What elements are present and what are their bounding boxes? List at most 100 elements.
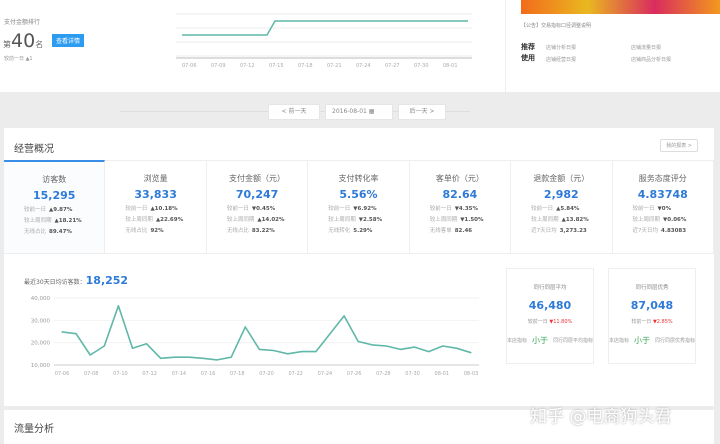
data-point <box>329 333 331 335</box>
peer-average-card: 同行同层平均 46,480 较前一日 ▼11.80% 本店指标 小于 同行同层平均指标 <box>506 268 594 364</box>
recommend-link[interactable]: 店铺经营日报 <box>546 56 576 63</box>
x-tick-label: 07-28 <box>376 371 391 377</box>
data-point <box>343 315 345 317</box>
peer-excellent-card: 同行同层优秀 87,048 较前一日 ▼2.85% 本店指标 小于 同行同层优秀指标 <box>608 268 696 364</box>
metric-label: 访客数 <box>42 175 67 184</box>
metric-value: 15,295 <box>32 189 76 202</box>
x-tick-label: 07-30 <box>414 63 429 69</box>
data-point <box>413 346 416 348</box>
recommend-link[interactable]: 店铺商品分析日报 <box>631 56 671 63</box>
notice-panel: 【公告】交易指标口径调整说明 推荐 使用 店铺分析日报 店铺流量日报 店铺经营日报… <box>505 0 720 92</box>
data-point <box>202 357 204 359</box>
recommend-link[interactable]: 店铺分析日报 <box>546 44 576 51</box>
data-point <box>399 348 402 350</box>
x-tick-label: 07-08 <box>84 371 99 377</box>
section-title: 流量分析 <box>14 424 54 435</box>
overview-panel: 经营概况 我的报表 > 访客数 15,295 较前一日 ▲9.87% 较上周同期 ▲… <box>4 128 714 406</box>
metric-extra: 近7天日均 3,273.23 <box>531 228 587 234</box>
series-line <box>61 305 472 361</box>
metric-extra: 无线占比 92% <box>125 228 164 234</box>
metric-day-change: 较前一日 ▼4.35% <box>429 206 479 212</box>
y-tick-label: 40,000 <box>31 296 51 302</box>
metric-extra: 近7天日均 4.83083 <box>632 228 687 234</box>
data-point <box>371 344 373 346</box>
metric-week-change: 较上周同期 ▼0.06% <box>632 217 687 223</box>
metric-card[interactable]: 访客数 15,295 较前一日 ▲9.87% 较上周同期 ▲18.21% 无线占比 8… <box>4 160 106 254</box>
metric-label: 支付金额（元） <box>229 174 286 183</box>
next-day-button[interactable]: 后一天 > <box>398 104 446 120</box>
y-tick-label: 30,000 <box>31 318 51 324</box>
data-point <box>272 349 275 352</box>
metric-value: 82.64 <box>442 188 478 201</box>
data-point <box>61 331 63 333</box>
data-point <box>470 352 472 354</box>
notice-text[interactable]: 【公告】交易指标口径调整说明 <box>521 22 591 29</box>
x-tick-label: 07-30 <box>405 371 420 377</box>
metric-value: 33,833 <box>134 188 177 201</box>
metric-card[interactable]: 客单价（元） 82.64 较前一日 ▼4.35% 较上周同期 ▼1.50% 无线客单… <box>409 161 512 254</box>
x-tick-label: 07-06 <box>55 371 70 377</box>
rank-change: 较前一日 ▲1 <box>4 56 33 62</box>
y-tick-label: 20,000 <box>31 341 51 347</box>
data-point <box>357 340 359 343</box>
rank-title: 支付金额排行 <box>4 19 41 26</box>
x-tick-label: 08-03 <box>464 371 479 377</box>
x-tick-label: 07-15 <box>269 63 284 69</box>
metric-label: 服务态度评分 <box>638 174 687 183</box>
metric-card[interactable]: 退款金额（元） 2,982 较前一日 ▲5.84% 较上周同期 ▲13.82% 近7… <box>511 161 613 254</box>
top-panel: 支付金额排行 第40名 查看详情 较前一日 ▲1 07-06 07-09 07-12… <box>0 0 720 92</box>
metrics-row: 访客数 15,295 较前一日 ▲9.87% 较上周同期 ▲18.21% 无线占比 8… <box>4 160 714 254</box>
metric-value: 4.83748 <box>637 188 688 201</box>
x-tick-label: 07-12 <box>240 63 255 69</box>
metric-week-change: 较上周同期 ▲18.21% <box>24 218 82 224</box>
metric-day-change: 较前一日 ▼0% <box>632 206 672 212</box>
x-tick-label: 07-22 <box>288 371 303 377</box>
metric-day-change: 较前一日 ▲10.18% <box>125 206 178 212</box>
data-point <box>131 347 134 349</box>
x-tick-label: 07-24 <box>318 371 333 377</box>
metric-label: 支付转化率 <box>338 174 379 183</box>
data-point <box>75 333 77 335</box>
metric-card[interactable]: 浏览量 33,833 较前一日 ▲10.18% 较上周同期 ▲22.69% 无线占比… <box>105 161 207 254</box>
metric-week-change: 较上周同期 ▲13.82% <box>531 217 589 223</box>
promo-banner[interactable] <box>521 0 720 14</box>
data-point <box>117 305 120 307</box>
metric-day-change: 较前一日 ▼0.45% <box>226 206 276 212</box>
date-picker[interactable]: 2016-08-01 ▦ <box>325 104 393 120</box>
y-tick-label: 10,000 <box>31 363 51 369</box>
metric-card[interactable]: 支付转化率 5.56% 较前一日 ▼6.92% 较上周同期 ▼2.58% 无线转化 5… <box>308 161 410 254</box>
data-point <box>160 357 162 359</box>
report-button[interactable]: 我的报表 > <box>660 139 698 152</box>
metric-extra: 无线客单 82.46 <box>429 228 473 234</box>
metric-value: 70,247 <box>235 188 279 201</box>
data-point <box>216 359 218 361</box>
x-tick-label: 07-20 <box>259 371 274 377</box>
metric-week-change: 较上周同期 ▼1.50% <box>429 217 484 223</box>
recommend-link[interactable]: 店铺流量日报 <box>631 44 661 51</box>
data-point <box>146 343 148 345</box>
section-title: 经营概况 <box>14 144 54 155</box>
data-point <box>385 345 387 347</box>
data-point <box>287 353 289 355</box>
x-tick-label: 07-21 <box>327 63 342 69</box>
view-details-button[interactable]: 查看详情 <box>52 34 85 47</box>
metric-card[interactable]: 支付金额（元） 70,247 较前一日 ▼0.45% 较上周同期 ▲14.02% 无… <box>206 161 309 254</box>
x-tick-label: 07-14 <box>172 371 187 377</box>
metric-week-change: 较上周同期 ▲22.69% <box>125 217 184 223</box>
recommend-label: 推荐 使用 <box>521 43 535 62</box>
x-tick-label: 07-18 <box>230 371 245 377</box>
x-tick-label: 07-06 <box>182 63 197 69</box>
metric-label: 浏览量 <box>143 174 168 183</box>
x-tick-label: 07-27 <box>385 63 400 69</box>
metric-week-change: 较上周同期 ▼2.58% <box>328 217 383 223</box>
metric-day-change: 较前一日 ▼6.92% <box>328 206 377 212</box>
metric-card[interactable]: 服务态度评分 4.83748 较前一日 ▼0% 较上周同期 ▼0.06% 近7天日均… <box>612 161 714 254</box>
prev-day-button[interactable]: < 前一天 <box>268 104 320 120</box>
data-point <box>456 347 458 349</box>
data-point <box>244 326 246 328</box>
watermark: 知乎 @电商狗头君 <box>530 407 672 427</box>
metric-value: 2,982 <box>543 188 579 201</box>
x-tick-label: 07-10 <box>113 371 128 377</box>
metric-extra: 无线转化 5.29% <box>328 228 373 234</box>
x-tick-label: 08-01 <box>443 63 458 69</box>
